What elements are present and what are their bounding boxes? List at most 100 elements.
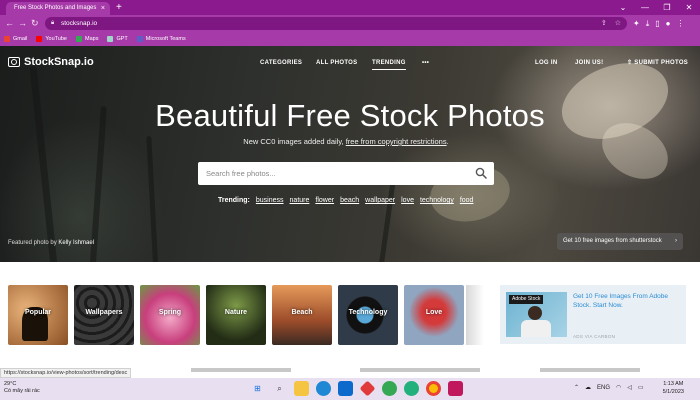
- clock-date: 5/1/2023: [662, 388, 684, 395]
- chrome-green-icon[interactable]: [382, 381, 397, 396]
- close-window-icon[interactable]: ✕: [678, 0, 700, 15]
- extensions-icon[interactable]: ✦: [633, 17, 640, 30]
- windows-start-icon[interactable]: ⊞: [250, 381, 265, 396]
- category-tile-popular[interactable]: Popular: [8, 285, 68, 345]
- ad-text[interactable]: Get 10 Free Images From Adobe Stock. Sta…: [573, 293, 678, 310]
- battery-icon[interactable]: ▭: [638, 381, 644, 396]
- category-tile-beach[interactable]: Beach: [272, 285, 332, 345]
- hero-title: Beautiful Free Stock Photos: [155, 98, 545, 133]
- reload-icon[interactable]: ↻: [31, 17, 39, 30]
- trending-tag[interactable]: food: [460, 197, 474, 204]
- gpt-icon: [107, 36, 114, 42]
- gmail-icon: [4, 36, 10, 42]
- lock-icon[interactable]: 🔒︎: [51, 17, 54, 30]
- tab-search-icon[interactable]: ⌄: [612, 0, 634, 15]
- nav-submit-photos[interactable]: ⇧ SUBMIT PHOTOS: [627, 58, 688, 68]
- forward-icon[interactable]: →: [18, 17, 27, 30]
- category-tile-love[interactable]: Love: [404, 285, 464, 345]
- system-tray: ⌃ ☁ ENG ◠ ◁ ▭: [574, 381, 644, 396]
- category-tile-technology[interactable]: Technology: [338, 285, 398, 345]
- trending-tag[interactable]: nature: [290, 197, 310, 204]
- youtube-icon: [36, 36, 43, 42]
- search-icon[interactable]: [475, 167, 487, 179]
- bookmark-maps[interactable]: Maps: [76, 36, 98, 42]
- weather-widget[interactable]: 29°C Có mây rải rác: [4, 381, 40, 395]
- share-icon[interactable]: ⇪: [601, 17, 607, 30]
- status-url-bubble: https://stocksnap.io/view-photos/sort/tr…: [0, 368, 132, 378]
- person-body: [521, 320, 551, 337]
- category-tile-nature[interactable]: Nature: [206, 285, 266, 345]
- ad-image: Adobe Stock: [506, 292, 567, 337]
- category-tile-spring[interactable]: Spring: [140, 285, 200, 345]
- back-icon[interactable]: ←: [5, 17, 14, 30]
- category-tile-wallpapers[interactable]: Wallpapers: [74, 285, 134, 345]
- search-icon[interactable]: ⌕: [272, 381, 287, 396]
- trending-tag[interactable]: flower: [315, 197, 334, 204]
- file-explorer-icon[interactable]: [294, 381, 309, 396]
- edge-icon[interactable]: [316, 381, 331, 396]
- maximize-icon[interactable]: ❐: [656, 0, 678, 15]
- nav-login[interactable]: LOG IN: [535, 58, 557, 68]
- new-tab-icon[interactable]: +: [116, 1, 122, 14]
- featured-credit: Featured photo by Kelly Ishmael: [8, 240, 95, 246]
- profile-avatar-icon[interactable]: ●: [666, 17, 671, 30]
- featured-author-link[interactable]: Kelly Ishmael: [58, 240, 94, 246]
- ads-via-carbon[interactable]: ADS VIA CARBON: [573, 334, 615, 339]
- nav-categories[interactable]: CATEGORIES: [260, 58, 302, 68]
- sidepanel-icon[interactable]: ▯: [655, 17, 659, 30]
- hero-section: StockSnap.io CATEGORIES ALL PHOTOS TREND…: [0, 46, 700, 262]
- bookmarks-bar: Gmail YouTube Maps GPT Microsoft Teams: [0, 32, 700, 46]
- bookmark-gmail[interactable]: Gmail: [4, 36, 27, 42]
- minimize-icon[interactable]: —: [634, 0, 656, 15]
- app-green-icon[interactable]: [404, 381, 419, 396]
- chevron-right-icon: ›: [675, 238, 677, 244]
- trending-tag[interactable]: love: [401, 197, 414, 204]
- copyright-link[interactable]: free from copyright restrictions: [346, 137, 447, 146]
- tab-close-icon[interactable]: ×: [101, 2, 105, 15]
- next-row-preview: [540, 368, 640, 372]
- main-nav: CATEGORIES ALL PHOTOS TRENDING ••• LOG I…: [0, 58, 700, 70]
- menu-icon[interactable]: ⋮: [677, 17, 685, 30]
- browser-tab[interactable]: Free Stock Photos and Images ×: [6, 2, 110, 15]
- trending-tag[interactable]: technology: [420, 197, 454, 204]
- trending-tag[interactable]: wallpaper: [365, 197, 395, 204]
- active-nav-underline: [372, 69, 406, 70]
- clock-time: 1:13 AM: [663, 381, 684, 387]
- adobe-stock-logo: Adobe Stock: [509, 295, 544, 304]
- omnibox[interactable]: 🔒︎ stocksnap.io ⇪ ☆: [45, 17, 627, 30]
- trending-tag[interactable]: beach: [340, 197, 359, 204]
- trending-tag[interactable]: business: [256, 197, 284, 204]
- language-indicator[interactable]: ENG: [597, 381, 610, 396]
- nav-more[interactable]: •••: [422, 58, 429, 68]
- search-input[interactable]: [206, 162, 466, 185]
- bookmark-teams[interactable]: Microsoft Teams: [136, 36, 186, 42]
- omnibox-actions: ⇪ ☆: [601, 17, 621, 30]
- download-icon[interactable]: ⤓: [646, 17, 650, 30]
- bookmark-star-icon[interactable]: ☆: [615, 17, 621, 30]
- shutterstock-promo-button[interactable]: Get 10 free images from shutterstock ›: [557, 233, 683, 250]
- app-red-icon[interactable]: [359, 380, 376, 397]
- clock[interactable]: 1:13 AM 5/1/2023: [663, 381, 684, 396]
- extension-icons: ✦ ⤓ ▯ ● ⋮: [633, 17, 685, 30]
- browser-tab-bar: Free Stock Photos and Images × + ⌄ — ❐ ✕: [0, 0, 700, 15]
- store-icon[interactable]: [338, 381, 353, 396]
- wifi-icon[interactable]: ◠: [616, 381, 621, 396]
- nav-trending[interactable]: TRENDING: [372, 58, 406, 70]
- person-head: [528, 306, 542, 320]
- background-stem: [29, 66, 58, 262]
- app-pink-icon[interactable]: [448, 381, 463, 396]
- nav-join[interactable]: JOIN US!: [575, 58, 603, 68]
- cloud-icon[interactable]: ☁: [585, 381, 591, 396]
- nav-all-photos[interactable]: ALL PHOTOS: [316, 58, 357, 68]
- window-controls: ⌄ — ❐ ✕: [612, 0, 700, 15]
- next-row-preview: [191, 368, 291, 372]
- volume-icon[interactable]: ◁: [627, 381, 632, 396]
- url-text[interactable]: stocksnap.io: [61, 17, 97, 30]
- bookmark-gpt[interactable]: GPT: [107, 36, 128, 42]
- chrome-icon[interactable]: [426, 381, 441, 396]
- chevron-up-icon[interactable]: ⌃: [574, 381, 579, 396]
- carbon-ad[interactable]: Adobe Stock Get 10 Free Images From Adob…: [500, 285, 686, 344]
- next-row-preview: [360, 368, 480, 372]
- bookmark-youtube[interactable]: YouTube: [36, 36, 67, 42]
- trending-label: Trending:: [218, 197, 250, 204]
